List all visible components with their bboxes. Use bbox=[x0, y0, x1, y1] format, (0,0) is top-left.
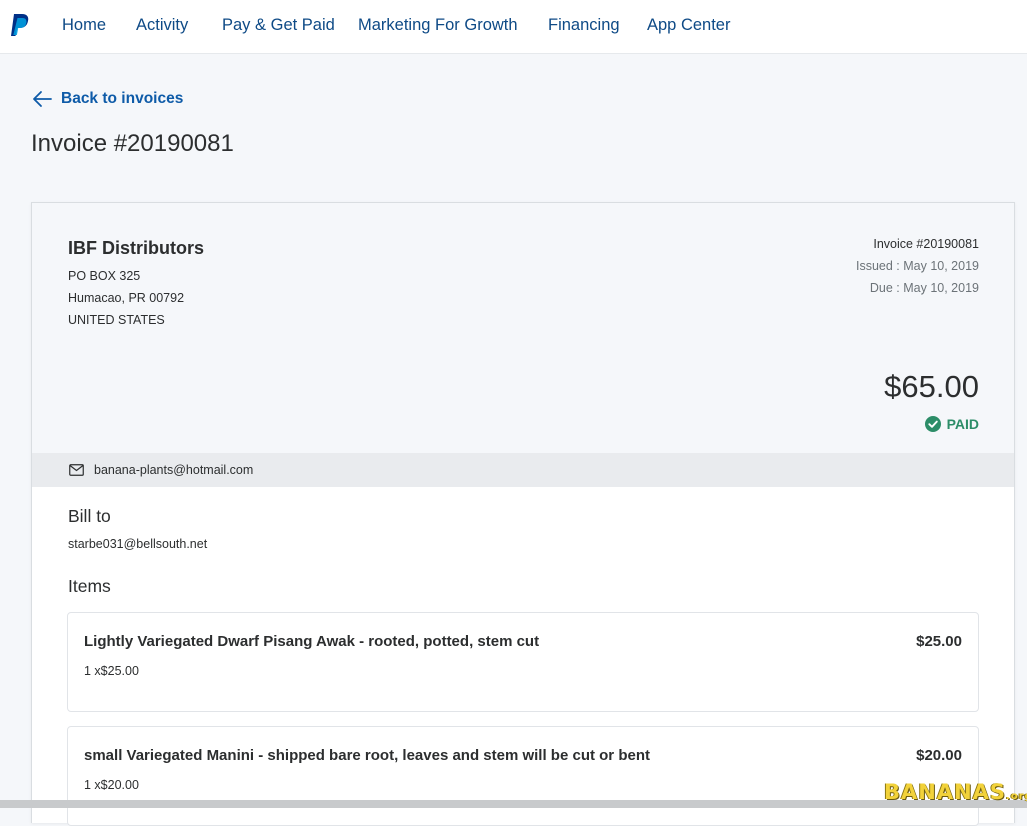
page-title: Invoice #20190081 bbox=[31, 130, 234, 157]
item-quantity: 1 x$20.00 bbox=[84, 778, 139, 792]
nav-financing[interactable]: Financing bbox=[548, 16, 620, 35]
bill-to-heading: Bill to bbox=[68, 506, 111, 526]
invoice-card: IBF Distributors PO BOX 325 Humacao, PR … bbox=[31, 202, 1015, 826]
items-heading: Items bbox=[68, 576, 111, 596]
nav-app-center[interactable]: App Center bbox=[647, 16, 730, 35]
back-link-label: Back to invoices bbox=[61, 90, 184, 107]
invoice-header: IBF Distributors PO BOX 325 Humacao, PR … bbox=[32, 203, 1014, 453]
top-navigation: Home Activity Pay & Get Paid Marketing F… bbox=[0, 0, 1027, 54]
item-quantity: 1 x$25.00 bbox=[84, 664, 139, 678]
address-line-2: Humacao, PR 00792 bbox=[68, 291, 185, 305]
item-price: $25.00 bbox=[916, 633, 962, 650]
seller-email: banana-plants@hotmail.com bbox=[94, 463, 254, 477]
paypal-logo-icon[interactable] bbox=[11, 13, 31, 37]
browser-scrollbar-strip bbox=[0, 800, 1027, 808]
issued-date: Issued : May 10, 2019 bbox=[856, 259, 979, 273]
nav-marketing-for-growth[interactable]: Marketing For Growth bbox=[358, 16, 518, 35]
check-circle-icon bbox=[924, 416, 941, 432]
bananas-watermark: BANANAS.org bbox=[884, 780, 1027, 804]
watermark-suffix: .org bbox=[1006, 791, 1027, 802]
status-label: PAID bbox=[946, 416, 979, 432]
company-name: IBF Distributors bbox=[68, 238, 205, 258]
invoice-amount: $65.00 bbox=[884, 369, 979, 404]
due-date: Due : May 10, 2019 bbox=[869, 281, 979, 295]
invoice-number: Invoice #20190081 bbox=[873, 237, 979, 251]
item-name: Lightly Variegated Dwarf Pisang Awak - r… bbox=[84, 633, 540, 650]
arrow-left-icon bbox=[33, 91, 52, 107]
nav-pay-get-paid[interactable]: Pay & Get Paid bbox=[222, 16, 335, 35]
watermark-main: BANANAS bbox=[884, 780, 1007, 804]
address-line-1: PO BOX 325 bbox=[68, 269, 141, 283]
item-name: small Variegated Manini - shipped bare r… bbox=[84, 747, 650, 764]
line-item: Lightly Variegated Dwarf Pisang Awak - r… bbox=[67, 612, 979, 712]
nav-home[interactable]: Home bbox=[62, 16, 106, 35]
envelope-icon bbox=[69, 464, 84, 476]
status-badge: PAID bbox=[924, 416, 979, 432]
nav-activity[interactable]: Activity bbox=[136, 16, 188, 35]
line-item: small Variegated Manini - shipped bare r… bbox=[67, 726, 979, 826]
item-price: $20.00 bbox=[916, 747, 962, 764]
address-country: UNITED STATES bbox=[68, 313, 165, 327]
seller-email-bar: banana-plants@hotmail.com bbox=[32, 453, 1014, 487]
back-to-invoices-link[interactable]: Back to invoices bbox=[32, 88, 183, 110]
bill-to-email: starbe031@bellsouth.net bbox=[68, 537, 208, 551]
